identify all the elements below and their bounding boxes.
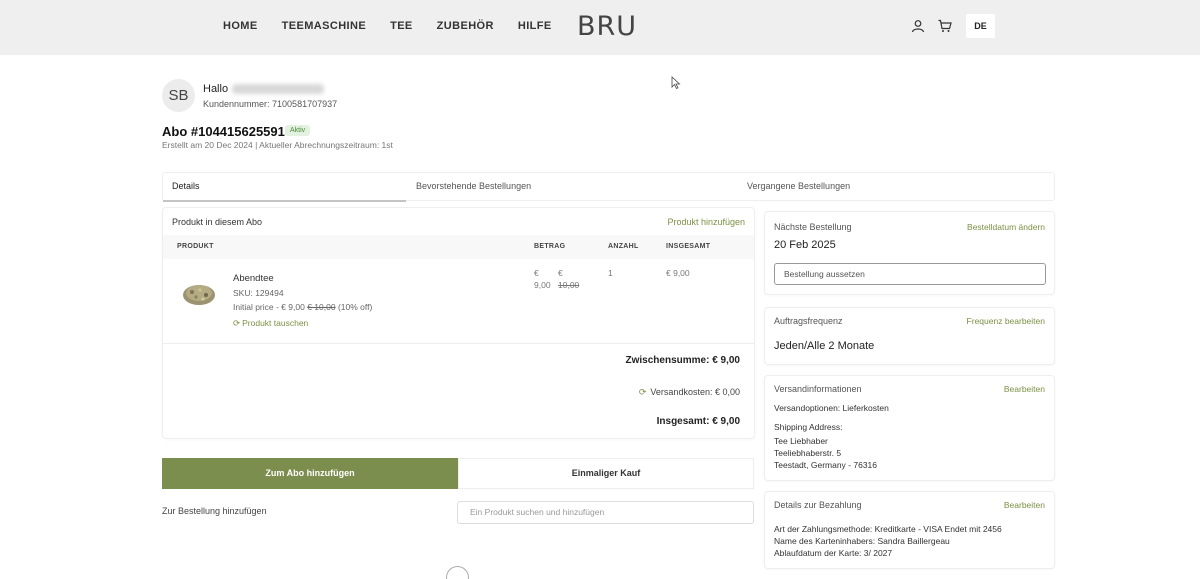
swap-product-label: Produkt tauschen — [242, 318, 309, 328]
divider — [163, 343, 754, 344]
edit-payment-link[interactable]: Bearbeiten — [1004, 500, 1045, 510]
status-badge: Aktiv — [285, 125, 311, 136]
tab-upcoming-orders[interactable]: Bevorstehende Bestellungen — [416, 181, 531, 191]
active-tab-indicator — [163, 200, 406, 202]
col-total: INSGESAMT — [666, 243, 711, 250]
product-sku: SKU: 129494 — [233, 288, 284, 298]
shipping-info-card: Versandinformationen Bearbeiten Versando… — [764, 375, 1055, 481]
shipping-address-line1: Tee Liebhaber — [774, 436, 828, 446]
payment-title: Details zur Bezahlung — [774, 500, 862, 510]
nav-tee[interactable]: TEE — [390, 20, 413, 32]
price-current-symbol: € — [534, 268, 539, 278]
col-quantity: ANZAHL — [608, 243, 639, 250]
refresh-icon: ⟳ — [233, 318, 241, 328]
next-order-title: Nächste Bestellung — [774, 222, 852, 232]
tab-past-orders[interactable]: Vergangene Bestellungen — [747, 181, 850, 191]
nav-teemaschine[interactable]: TEEMASCHINE — [282, 20, 366, 32]
nav-home[interactable]: HOME — [223, 20, 258, 32]
grand-total: Insgesamt: € 9,00 — [656, 416, 740, 427]
card-holder: Name des Karteninhabers: Sandra Baillerg… — [774, 536, 950, 546]
product-name: Abendtee — [233, 273, 274, 284]
blurred-customer-name — [232, 84, 325, 95]
next-order-date: 20 Feb 2025 — [774, 239, 836, 251]
shipping-info-title: Versandinformationen — [774, 384, 862, 394]
cart-icon[interactable] — [938, 19, 952, 33]
col-product: PRODUKT — [177, 243, 214, 250]
subscription-tabs: Details Bevorstehende Bestellungen Verga… — [162, 172, 1055, 202]
product-initial-price: Initial price - € 9,00 € 10,00 (10% off) — [233, 302, 372, 312]
change-order-date-link[interactable]: Bestelldatum ändern — [967, 222, 1045, 232]
subtotal: Zwischensumme: € 9,00 — [625, 355, 741, 366]
price-current: 9,00 — [534, 280, 551, 290]
greeting-label: Hallo — [203, 83, 229, 95]
edit-shipping-link[interactable]: Bearbeiten — [1004, 384, 1045, 394]
nav-zubehoer[interactable]: ZUBEHÖR — [437, 20, 494, 32]
shipping-address-line3: Teestadt, Germany - 76316 — [774, 460, 878, 470]
product-card: Produkt in diesem Abo Produkt hinzufügen… — [162, 207, 755, 439]
avatar: SB — [162, 79, 195, 112]
edit-frequency-link[interactable]: Frequenz bearbeiten — [967, 316, 1045, 326]
payment-method: Art der Zahlungsmethode: Kreditkarte - V… — [774, 524, 1002, 534]
product-search-input[interactable]: Ein Produkt suchen und hinzufügen — [457, 501, 754, 524]
initial-price-discount: (10% off) — [337, 302, 373, 312]
product-image — [183, 285, 215, 305]
price-old-symbol: € — [558, 268, 563, 278]
add-to-order-label: Zur Bestellung hinzufügen — [162, 506, 267, 516]
product-table-header: PRODUKT BETRAG ANZAHL INSGESAMT — [163, 235, 754, 259]
shipping-address-label: Shipping Address: — [774, 422, 843, 432]
shipping-options: Versandoptionen: Lieferkosten — [774, 403, 889, 413]
subscription-created: Erstellt am 20 Dec 2024 | Aktueller Abre… — [162, 140, 393, 150]
nav-hilfe[interactable]: HILFE — [518, 20, 552, 32]
products-heading: Produkt in diesem Abo — [172, 217, 263, 227]
subscription-title: Abo #104415625591 — [162, 124, 285, 139]
site-header: HOME TEEMASCHINE TEE ZUBEHÖR HILFE BRU D… — [0, 0, 1200, 55]
frequency-value: Jeden/Alle 2 Monate — [774, 340, 875, 352]
greeting: Hallo — [203, 83, 325, 95]
mouse-cursor-icon — [671, 76, 681, 90]
price-old: 10,00 — [558, 280, 580, 290]
initial-price-prefix: Initial price - € 9,00 — [233, 302, 305, 312]
add-product-link[interactable]: Produkt hinzufügen — [667, 217, 745, 227]
account-icon[interactable] — [911, 19, 925, 33]
main-nav: HOME TEEMASCHINE TEE ZUBEHÖR HILFE — [223, 20, 576, 32]
refresh-icon: ⟳ — [638, 387, 647, 397]
shipping-address-line2: Teeliebhaberstr. 5 — [774, 448, 842, 458]
next-order-card: Nächste Bestellung Bestelldatum ändern 2… — [764, 211, 1055, 295]
product-total: € 9,00 — [666, 268, 690, 278]
frequency-card: Auftragsfrequenz Frequenz bearbeiten Jed… — [764, 307, 1055, 365]
col-amount: BETRAG — [534, 243, 566, 250]
payment-card: Details zur Bezahlung Bearbeiten Art der… — [764, 491, 1055, 569]
language-selector[interactable]: DE — [966, 14, 995, 38]
pause-order-button[interactable]: Bestellung aussetzen — [774, 263, 1046, 285]
frequency-title: Auftragsfrequenz — [774, 316, 843, 326]
loading-spinner-icon — [446, 566, 469, 579]
product-quantity: 1 — [608, 268, 613, 278]
shipping-cost: ⟳ Versandkosten: € 0,00 — [639, 387, 740, 398]
one-time-purchase-button[interactable]: Einmaliger Kauf — [458, 458, 754, 489]
tab-details[interactable]: Details — [172, 181, 200, 191]
add-to-subscription-button[interactable]: Zum Abo hinzufügen — [162, 458, 458, 489]
initial-price-old: € 10,00 — [307, 302, 336, 312]
customer-number: Kundennummer: 7100581707937 — [203, 99, 338, 109]
shipping-cost-text: Versandkosten: € 0,00 — [650, 387, 740, 397]
swap-product-link[interactable]: ⟳ Produkt tauschen — [233, 318, 308, 329]
card-expiry: Ablaufdatum der Karte: 3/ 2027 — [774, 548, 893, 558]
brand-logo[interactable]: BRU — [577, 11, 637, 42]
